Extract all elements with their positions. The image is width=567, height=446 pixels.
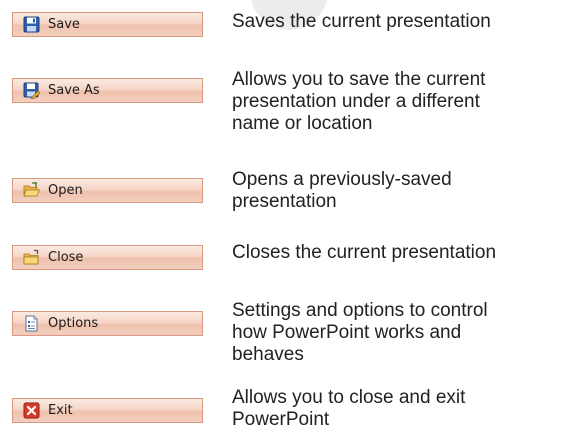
save-button-label: Save — [48, 17, 80, 32]
options-document-icon — [23, 315, 40, 332]
exit-button-label: Exit — [48, 403, 73, 418]
open-description: Opens a previously-saved presentation — [232, 169, 452, 212]
exit-x-icon — [23, 402, 40, 419]
open-folder-icon — [23, 182, 40, 199]
save-as-button-label: Save As — [48, 83, 100, 98]
save-as-description: Allows you to save the current presentat… — [232, 69, 486, 134]
options-description: Settings and options to control how Powe… — [232, 300, 488, 365]
open-button[interactable]: Open — [12, 178, 203, 203]
options-button-label: Options — [48, 316, 99, 331]
save-as-button[interactable]: Save As — [12, 78, 203, 103]
exit-description: Allows you to close and exit PowerPoint — [232, 387, 466, 430]
save-as-icon — [23, 82, 40, 99]
close-button[interactable]: Close — [12, 245, 203, 270]
save-description: Saves the current presentation — [232, 11, 491, 32]
close-button-label: Close — [48, 250, 84, 265]
options-button[interactable]: Options — [12, 311, 203, 336]
open-button-label: Open — [48, 183, 83, 198]
exit-button[interactable]: Exit — [12, 398, 203, 423]
save-button[interactable]: Save — [12, 12, 203, 37]
floppy-disk-icon — [23, 16, 40, 33]
close-description: Closes the current presentation — [232, 242, 497, 263]
close-folder-icon — [23, 249, 40, 266]
